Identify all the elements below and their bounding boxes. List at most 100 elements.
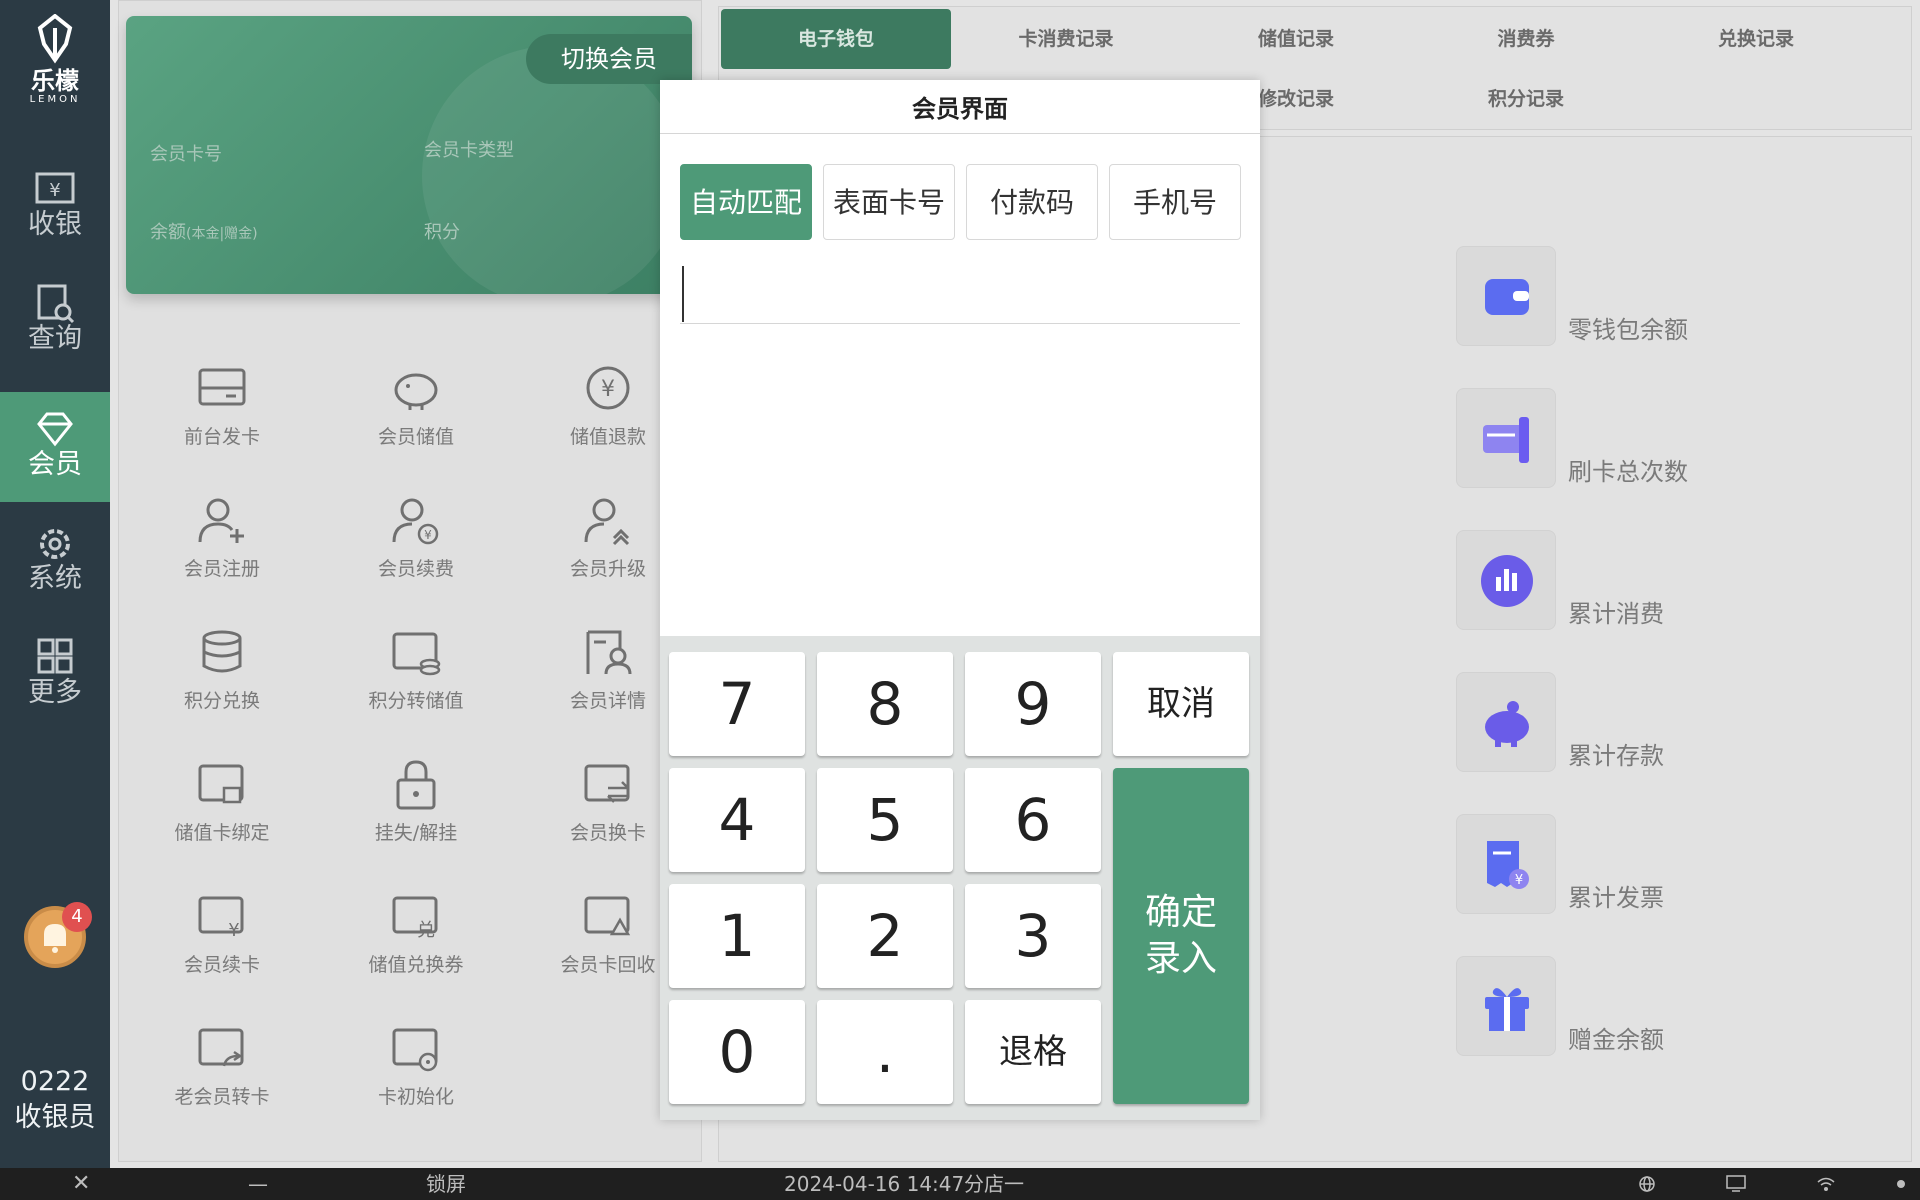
invoice-icon: ¥	[1487, 841, 1529, 889]
function-card-bind[interactable]: 储值卡绑定	[127, 758, 317, 878]
tab-card-consumption[interactable]: 卡消费记录	[951, 9, 1181, 69]
confirm-entry-button[interactable]: 确定录入	[1113, 768, 1249, 1104]
logo-subtext: LEMON	[29, 94, 81, 105]
user-role: 收银员	[14, 1102, 96, 1133]
function-user-yen[interactable]: ¥ 会员续费	[321, 494, 511, 614]
sidebar-item-label: 系统	[28, 563, 82, 594]
key-3[interactable]: 3	[965, 884, 1101, 988]
member-search-input[interactable]	[680, 256, 1240, 324]
svg-text:¥: ¥	[601, 377, 615, 402]
key-6[interactable]: 6	[965, 768, 1101, 872]
function-label: 会员续费	[377, 558, 454, 580]
piggy-bank-icon	[394, 373, 438, 410]
mode-auto-match[interactable]: 自动匹配	[680, 164, 812, 240]
cash-register-icon: ¥	[35, 172, 75, 204]
stat-invoice: ¥ 累计发票	[1456, 814, 1876, 918]
points-label: 积分	[424, 222, 460, 243]
mode-payment-code[interactable]: 付款码	[966, 164, 1098, 240]
yen-refund-icon: ¥	[586, 366, 630, 410]
user-yen-icon: ¥	[392, 498, 439, 545]
function-label: 储值兑换券	[368, 954, 464, 976]
monitor-icon	[1726, 1175, 1746, 1192]
card-bind-icon	[198, 764, 244, 804]
card-coins-icon	[392, 632, 441, 676]
key-1[interactable]: 1	[669, 884, 805, 988]
key-7[interactable]: 7	[669, 652, 805, 756]
svg-text:¥: ¥	[228, 920, 239, 941]
sidebar-item-query[interactable]: 查询	[0, 284, 110, 394]
key-8[interactable]: 8	[817, 652, 953, 756]
switch-member-button[interactable]: 切换会员	[526, 34, 692, 84]
card-no-label: 会员卡号	[150, 144, 222, 165]
stat-wallet: 零钱包余额	[1456, 246, 1876, 350]
function-card[interactable]: 前台发卡	[127, 362, 317, 482]
card-transfer-icon	[198, 1028, 244, 1067]
search-doc-icon	[37, 284, 75, 324]
notification-bell[interactable]: 4	[24, 902, 92, 968]
cancel-button[interactable]: 取消	[1113, 652, 1249, 756]
card-recycle-icon	[584, 896, 631, 936]
stat-card-swipe: 刷卡总次数	[1456, 388, 1876, 492]
card-swap-icon	[584, 764, 630, 803]
user-upgrade-icon	[584, 498, 630, 546]
key-0[interactable]: 0	[669, 1000, 805, 1104]
function-card-transfer[interactable]: 老会员转卡	[127, 1022, 317, 1142]
user-id: 0222	[20, 1066, 90, 1097]
lock-screen-button[interactable]: 锁屏	[426, 1168, 466, 1200]
tab-e-wallet[interactable]: 电子钱包	[721, 9, 951, 69]
card-exchange-icon: 兑	[392, 896, 438, 941]
function-label: 会员注册	[183, 558, 260, 580]
function-card-exchange[interactable]: 兑储值兑换券	[321, 890, 511, 1010]
bar-chart-icon	[1481, 555, 1533, 607]
tab-coupons[interactable]: 消费券	[1411, 9, 1641, 69]
sidebar-item-system[interactable]: 系统	[0, 524, 110, 634]
function-label: 挂失/解挂	[374, 822, 458, 844]
function-database[interactable]: 积分兑换	[127, 626, 317, 746]
minimize-icon[interactable]: —	[248, 1168, 268, 1200]
sidebar-item-member[interactable]: 会员	[0, 392, 110, 502]
svg-text:¥: ¥	[49, 180, 60, 201]
tab-stored-value[interactable]: 储值记录	[1181, 9, 1411, 69]
globe-icon	[1639, 1176, 1655, 1192]
sidebar-item-label: 查询	[28, 323, 82, 354]
function-user-add[interactable]: 会员注册	[127, 494, 317, 614]
sidebar-item-cashier[interactable]: ¥ 收银	[0, 170, 110, 280]
sidebar-item-more[interactable]: 更多	[0, 638, 110, 748]
stat-icon-box	[1456, 530, 1556, 630]
function-label: 会员续卡	[183, 954, 260, 976]
key-9[interactable]: 9	[965, 652, 1101, 756]
user-add-icon	[198, 498, 244, 543]
stat-label: 赠金余额	[1568, 1026, 1664, 1054]
function-card-yen[interactable]: ¥ 会员续卡	[127, 890, 317, 1010]
svg-text:¥: ¥	[1515, 873, 1523, 888]
backspace-button[interactable]: 退格	[965, 1000, 1101, 1104]
member-card: 切换会员 会员卡号 会员卡类型 余额(本金|赠金) 积分	[126, 16, 692, 294]
function-piggy-bank[interactable]: 会员储值	[321, 362, 511, 482]
function-lock[interactable]: 挂失/解挂	[321, 758, 511, 878]
tab-points[interactable]: 积分记录	[1411, 69, 1641, 129]
card-type-label: 会员卡类型	[424, 140, 514, 161]
member-dialog: 会员界面 自动匹配 表面卡号 付款码 手机号 7 8 9 取消 4 5 6 1 …	[660, 80, 1260, 1120]
stat-label: 累计存款	[1568, 742, 1664, 770]
close-icon[interactable]: ✕	[72, 1168, 90, 1200]
stat-icon-box	[1456, 246, 1556, 346]
key-dot[interactable]: .	[817, 1000, 953, 1104]
database-icon	[202, 630, 242, 673]
card-yen-icon: ¥	[198, 896, 244, 941]
mode-card-number[interactable]: 表面卡号	[823, 164, 955, 240]
wifi-icon	[1817, 1177, 1835, 1191]
key-4[interactable]: 4	[669, 768, 805, 872]
tab-exchange[interactable]: 兑换记录	[1641, 9, 1871, 69]
function-card-coins[interactable]: 积分转储值	[321, 626, 511, 746]
balance-label: 余额(本金|赠金)	[150, 222, 258, 243]
mode-phone[interactable]: 手机号	[1109, 164, 1241, 240]
key-2[interactable]: 2	[817, 884, 953, 988]
datetime: 2024-04-16 14:47	[784, 1172, 965, 1196]
stat-gift: 赠金余额	[1456, 956, 1876, 1060]
status-dot-icon	[1897, 1180, 1905, 1188]
function-card-reset[interactable]: 卡初始化	[321, 1022, 511, 1142]
stat-bar-chart: 累计消费	[1456, 530, 1876, 634]
stat-piggy-bank: 累计存款	[1456, 672, 1876, 776]
stat-label: 累计发票	[1568, 884, 1664, 912]
key-5[interactable]: 5	[817, 768, 953, 872]
